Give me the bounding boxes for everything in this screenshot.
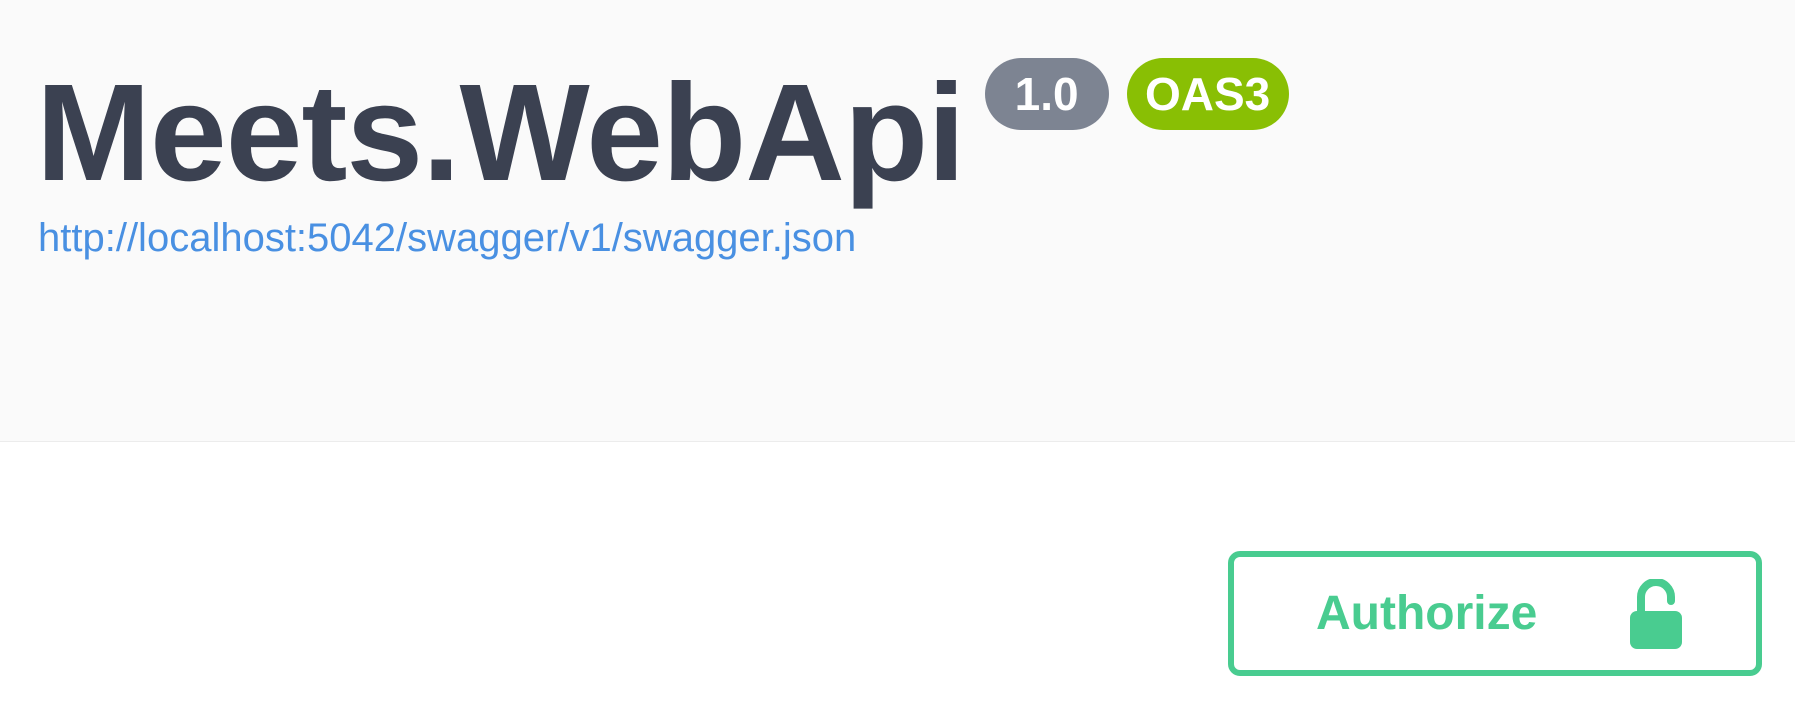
swagger-json-link[interactable]: http://localhost:5042/swagger/v1/swagger… xyxy=(38,216,856,261)
api-info-section: Meets.WebApi 1.0 OAS3 http://localhost:5… xyxy=(0,0,1795,442)
title-row: Meets.WebApi 1.0 OAS3 xyxy=(36,52,1289,202)
authorize-label: Authorize xyxy=(1316,587,1538,640)
oas-version-badge: OAS3 xyxy=(1126,58,1289,130)
version-badge: 1.0 xyxy=(984,58,1109,130)
api-title: Meets.WebApi xyxy=(36,56,966,210)
authorize-button[interactable]: Authorize xyxy=(1228,551,1762,676)
unlocked-padlock-icon xyxy=(1630,579,1682,649)
